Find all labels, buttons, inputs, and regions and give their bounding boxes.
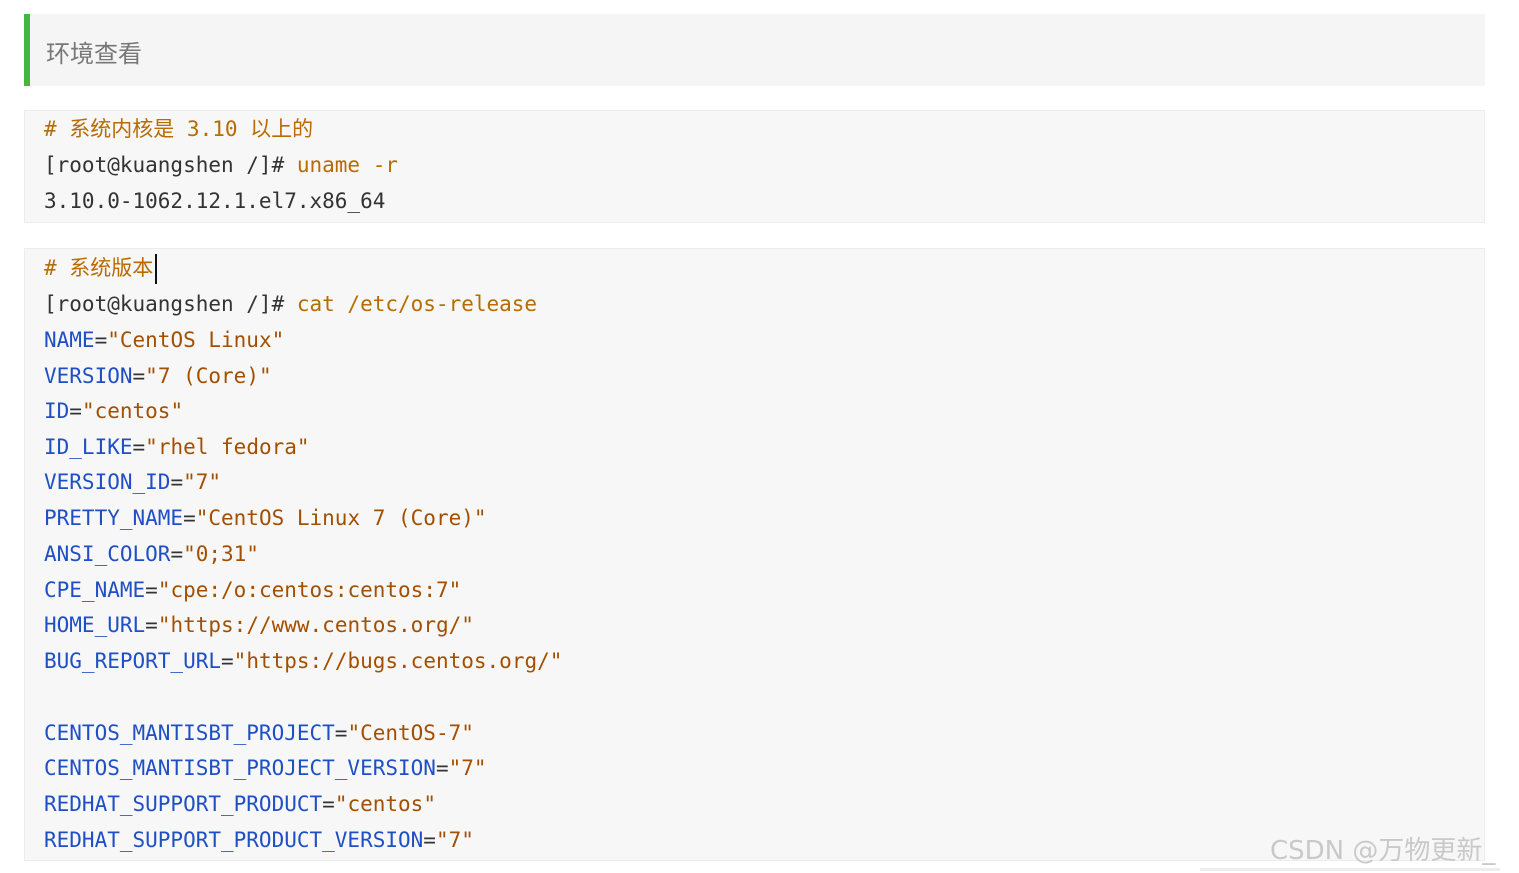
os-release-key: REDHAT_SUPPORT_PRODUCT	[44, 792, 323, 816]
equals-sign: =	[94, 328, 108, 352]
os-release-key: PRETTY_NAME	[44, 506, 184, 530]
equals-sign: =	[221, 649, 234, 673]
os-release-key: ID	[44, 399, 70, 423]
os-release-line: ID_LIKE="rhel fedora"	[44, 434, 310, 460]
os-release-line: CPE_NAME="cpe:/o:centos:centos:7"	[44, 577, 461, 603]
equals-sign: =	[435, 756, 449, 780]
os-release-value: "centos"	[334, 792, 436, 816]
os-release-key: HOME_URL	[44, 613, 146, 637]
os-release-line: CENTOS_MANTISBT_PROJECT_VERSION="7"	[44, 755, 487, 781]
shell-prompt: [root@kuangshen /]#	[44, 153, 285, 177]
os-release-value: "7"	[183, 470, 222, 494]
watermark: CSDN @万物更新_	[1270, 836, 1496, 866]
os-release-value: "https://www.centos.org/"	[157, 613, 474, 637]
equals-sign: =	[69, 399, 82, 423]
os-release-value: "0;31"	[183, 542, 259, 566]
code-comment: # 系统内核是 3.10 以上的	[44, 117, 314, 141]
os-release-key: REDHAT_SUPPORT_PRODUCT_VERSION	[44, 828, 424, 852]
equals-sign: =	[132, 364, 146, 388]
equals-sign: =	[132, 435, 146, 459]
os-release-line: VERSION_ID="7"	[44, 469, 221, 495]
scrollbar-track[interactable]	[1200, 868, 1500, 871]
equals-sign: =	[183, 506, 196, 530]
os-release-value: "rhel fedora"	[145, 435, 310, 459]
os-release-line: NAME="CentOS Linux"	[44, 327, 284, 353]
os-release-line: VERSION="7 (Core)"	[44, 363, 272, 389]
code-comment: # 系统版本	[44, 256, 154, 280]
os-release-line: HOME_URL="https://www.centos.org/"	[44, 612, 474, 638]
equals-sign: =	[145, 613, 158, 637]
os-release-key: CPE_NAME	[44, 578, 146, 602]
os-release-line: REDHAT_SUPPORT_PRODUCT_VERSION="7"	[44, 827, 474, 853]
code-block-os-release[interactable]: # 系统版本 [root@kuangshen /]# cat /etc/os-r…	[24, 248, 1485, 861]
equals-sign: =	[145, 578, 158, 602]
section-heading: 环境查看	[46, 40, 142, 68]
os-release-line: REDHAT_SUPPORT_PRODUCT="centos"	[44, 791, 436, 817]
equals-sign: =	[170, 542, 184, 566]
shell-command: uname -r	[284, 153, 399, 177]
command-output: 3.10.0-1062.12.1.el7.x86_64	[44, 189, 386, 213]
os-release-key: NAME	[44, 328, 95, 352]
os-release-line: CENTOS_MANTISBT_PROJECT="CentOS-7"	[44, 720, 474, 746]
shell-prompt: [root@kuangshen /]#	[44, 292, 285, 316]
equals-sign: =	[322, 792, 335, 816]
section-heading-quote: 环境查看	[24, 14, 1485, 86]
text-caret	[155, 254, 158, 284]
shell-command: cat /etc/os-release	[284, 292, 538, 316]
equals-sign: =	[423, 828, 436, 852]
os-release-value: "7 (Core)"	[145, 364, 272, 388]
os-release-line: ANSI_COLOR="0;31"	[44, 541, 259, 567]
code-command-line: [root@kuangshen /]# cat /etc/os-release	[44, 291, 537, 317]
code-comment-line: # 系统版本	[44, 254, 158, 284]
os-release-key: VERSION	[44, 364, 133, 388]
os-release-line: BUG_REPORT_URL="https://bugs.centos.org/…	[44, 648, 562, 674]
code-block-kernel[interactable]: # 系统内核是 3.10 以上的 [root@kuangshen /]# una…	[24, 110, 1485, 223]
os-release-value: "7"	[448, 756, 487, 780]
os-release-line: ID="centos"	[44, 398, 183, 424]
os-release-value: "7"	[435, 828, 474, 852]
os-release-value: "CentOS-7"	[347, 721, 474, 745]
equals-sign: =	[334, 721, 348, 745]
os-release-value: "CentOS Linux 7 (Core)"	[195, 506, 487, 530]
os-release-key: BUG_REPORT_URL	[44, 649, 222, 673]
equals-sign: =	[170, 470, 184, 494]
os-release-key: CENTOS_MANTISBT_PROJECT_VERSION	[44, 756, 436, 780]
os-release-key: CENTOS_MANTISBT_PROJECT	[44, 721, 335, 745]
code-command-line: [root@kuangshen /]# uname -r	[44, 152, 398, 178]
os-release-key: ID_LIKE	[44, 435, 133, 459]
os-release-value: "https://bugs.centos.org/"	[233, 649, 563, 673]
os-release-key: VERSION_ID	[44, 470, 171, 494]
os-release-value: "centos"	[81, 399, 184, 423]
page: 环境查看 # 系统内核是 3.10 以上的 [root@kuangshen /]…	[0, 0, 1519, 873]
os-release-value: "CentOS Linux"	[107, 328, 285, 352]
os-release-key: ANSI_COLOR	[44, 542, 171, 566]
os-release-line: PRETTY_NAME="CentOS Linux 7 (Core)"	[44, 505, 487, 531]
os-release-value: "cpe:/o:centos:centos:7"	[157, 578, 462, 602]
